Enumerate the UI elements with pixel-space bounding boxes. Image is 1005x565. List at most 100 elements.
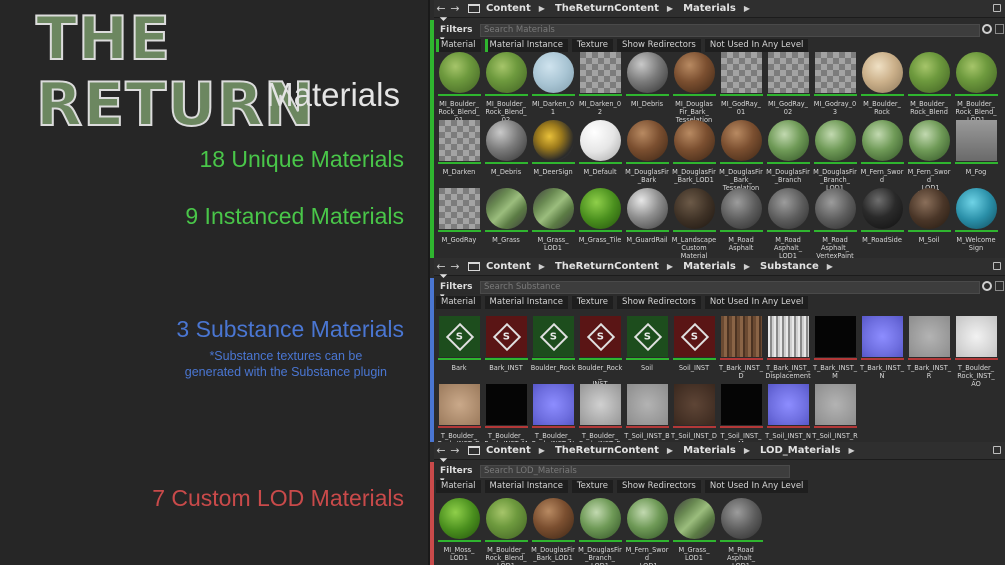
- asset-tile[interactable]: M_Boulder_ Rock_Blend: [908, 52, 951, 116]
- asset-tile[interactable]: MI_Boulder_Rock_Blend_01: [438, 52, 481, 124]
- breadcrumb-item[interactable]: TheReturnContent: [555, 261, 659, 272]
- save-search-icon[interactable]: [995, 281, 1004, 291]
- folder-icon[interactable]: [468, 262, 480, 271]
- lock-icon[interactable]: [993, 446, 1001, 454]
- asset-tile[interactable]: T_Soil_INST_N: [765, 384, 811, 440]
- asset-tile[interactable]: M_RoadAsphalt_LOD1: [720, 498, 763, 565]
- breadcrumb-arrow-icon[interactable]: ▶: [539, 4, 545, 13]
- asset-tile[interactable]: S Soil: [626, 316, 669, 372]
- asset-tile[interactable]: MI_Boulder_Rock_Blend_02: [485, 52, 528, 124]
- asset-tile[interactable]: M_DouglasFir _Bark: [625, 120, 669, 184]
- asset-tile[interactable]: M_Fern_Sword: [861, 120, 904, 184]
- asset-tile[interactable]: M_DouglasFir_Branch_LOD1: [813, 120, 857, 192]
- asset-tile[interactable]: MI_GodRay_ 01: [720, 52, 763, 116]
- asset-tile[interactable]: M_DouglasFir_Branch_LOD1: [578, 498, 622, 565]
- filter-chip[interactable]: Material: [436, 38, 481, 52]
- asset-tile[interactable]: M_RoadAsphalt_LOD1: [767, 188, 810, 260]
- folder-icon[interactable]: [468, 446, 480, 455]
- asset-tile[interactable]: M_Fern_Sword_LOD1: [908, 120, 951, 192]
- asset-tile[interactable]: M_Fog: [955, 120, 998, 176]
- asset-tile[interactable]: SBoulder_Rock_INST: [578, 316, 622, 388]
- asset-tile[interactable]: M_Boulder_Rock_Blend_LOD1: [955, 52, 998, 124]
- asset-tile[interactable]: M_Soil: [908, 188, 951, 244]
- breadcrumb-item[interactable]: TheReturnContent: [555, 3, 659, 14]
- asset-tile[interactable]: S Soil_INST: [673, 316, 716, 372]
- breadcrumb-arrow-icon[interactable]: ▶: [744, 446, 750, 455]
- asset-tile[interactable]: M_Default: [579, 120, 622, 176]
- filter-chip[interactable]: Not Used In Any Level: [704, 38, 809, 52]
- filter-chip[interactable]: Texture: [571, 479, 614, 493]
- lock-icon[interactable]: [993, 4, 1001, 12]
- filter-chip[interactable]: Material Instance: [484, 295, 568, 309]
- save-search-icon[interactable]: [995, 24, 1004, 34]
- asset-tile[interactable]: T_Soil_INST_D: [671, 384, 717, 440]
- breadcrumb-item[interactable]: Materials: [683, 261, 736, 272]
- asset-tile[interactable]: M_Fern_Sword_LOD1: [626, 498, 669, 565]
- breadcrumb-item[interactable]: Materials: [683, 3, 736, 14]
- filter-chip[interactable]: Material Instance: [484, 479, 568, 493]
- asset-tile[interactable]: T_Boulder_Rock_INST_R: [579, 384, 622, 448]
- asset-tile[interactable]: S Boulder_Rock: [531, 316, 575, 372]
- asset-tile[interactable]: T_Bark_INST_ M: [813, 316, 857, 380]
- asset-tile[interactable]: MI_Debris: [626, 52, 669, 108]
- back-arrow-icon[interactable]: ←: [434, 2, 448, 15]
- asset-tile[interactable]: M_Boulder_Rock_Blend_LOD1: [485, 498, 528, 565]
- asset-tile[interactable]: M_Grass_Tile: [579, 188, 622, 244]
- asset-tile[interactable]: MI_GodRay_ 02: [767, 52, 810, 116]
- asset-tile[interactable]: M_Grass_ LOD1: [673, 498, 716, 562]
- breadcrumb-item[interactable]: Content: [486, 261, 531, 272]
- asset-tile[interactable]: T_Soil_INST_M: [720, 384, 763, 448]
- breadcrumb-item[interactable]: LOD_Materials: [760, 445, 841, 456]
- asset-tile[interactable]: T_Bark_INST_ Displacement: [765, 316, 811, 380]
- filter-chip[interactable]: Material: [436, 479, 481, 493]
- asset-tile[interactable]: T_Bark_INST_ D: [719, 316, 763, 380]
- search-input[interactable]: Search Substance: [480, 280, 980, 294]
- breadcrumb-arrow-icon[interactable]: ▶: [539, 446, 545, 455]
- breadcrumb-arrow-icon[interactable]: ▶: [827, 262, 833, 271]
- search-input[interactable]: Search Materials: [480, 23, 980, 37]
- asset-tile[interactable]: T_Boulder_ Rock_INST_ AO: [955, 316, 998, 388]
- asset-tile[interactable]: M_Grass_ LOD1: [532, 188, 575, 252]
- breadcrumb-arrow-icon[interactable]: ▶: [744, 262, 750, 271]
- asset-tile[interactable]: M_GodRay: [438, 188, 481, 244]
- breadcrumb-arrow-icon[interactable]: ▶: [849, 446, 855, 455]
- filter-chip[interactable]: Not Used In Any Level: [704, 295, 809, 309]
- asset-tile[interactable]: M_Grass: [485, 188, 528, 244]
- asset-tile[interactable]: M_DouglasFir _Bark_LOD1: [531, 498, 575, 562]
- filter-chip[interactable]: Show Redirectors: [617, 38, 701, 52]
- asset-tile[interactable]: M_DouglasFir _Branch: [766, 120, 810, 184]
- breadcrumb-item[interactable]: TheReturnContent: [555, 445, 659, 456]
- asset-tile[interactable]: MI_Darken_02: [579, 52, 622, 116]
- breadcrumb-item[interactable]: Substance: [760, 261, 819, 272]
- filter-chip[interactable]: Texture: [571, 38, 614, 52]
- asset-tile[interactable]: M_Landscape Custom Material: [672, 188, 716, 260]
- asset-tile[interactable]: M_Road Asphalt: [720, 188, 763, 252]
- search-icon[interactable]: [982, 24, 992, 34]
- breadcrumb-arrow-icon[interactable]: ▶: [539, 262, 545, 271]
- search-input[interactable]: Search LOD_Materials: [480, 464, 790, 478]
- filter-chip[interactable]: Show Redirectors: [617, 479, 701, 493]
- breadcrumb-arrow-icon[interactable]: ▶: [744, 4, 750, 13]
- asset-tile[interactable]: M_GuardRail: [626, 188, 669, 244]
- filter-chip[interactable]: Material Instance: [484, 38, 568, 52]
- breadcrumb-item[interactable]: Materials: [683, 445, 736, 456]
- forward-arrow-icon[interactable]: →: [448, 2, 462, 15]
- filter-chip[interactable]: Show Redirectors: [617, 295, 701, 309]
- asset-tile[interactable]: T_Boulder_Rock_INST_M: [484, 384, 528, 448]
- asset-tile[interactable]: T_Bark_INST_ R: [907, 316, 951, 380]
- asset-tile[interactable]: S Bark: [438, 316, 481, 372]
- asset-tile[interactable]: M_Boulder_ Rock: [861, 52, 904, 116]
- filter-chip[interactable]: Material: [436, 295, 481, 309]
- filter-chip[interactable]: Not Used In Any Level: [704, 479, 809, 493]
- lock-icon[interactable]: [993, 262, 1001, 270]
- breadcrumb-item[interactable]: Content: [486, 3, 531, 14]
- breadcrumb-arrow-icon[interactable]: ▶: [667, 4, 673, 13]
- asset-tile[interactable]: M_Debris: [485, 120, 528, 176]
- asset-tile[interactable]: M_Darken: [438, 120, 481, 176]
- asset-tile[interactable]: M_DeerSign: [532, 120, 575, 176]
- asset-tile[interactable]: M_DouglasFir_Bark_Tesselation: [719, 120, 763, 192]
- asset-tile[interactable]: M_Welcome Sign: [955, 188, 998, 252]
- filter-chip[interactable]: Texture: [571, 295, 614, 309]
- asset-tile[interactable]: M_Road Asphalt_ VertexPaint: [814, 188, 857, 260]
- asset-tile[interactable]: T_Bark_INST_ N: [860, 316, 904, 380]
